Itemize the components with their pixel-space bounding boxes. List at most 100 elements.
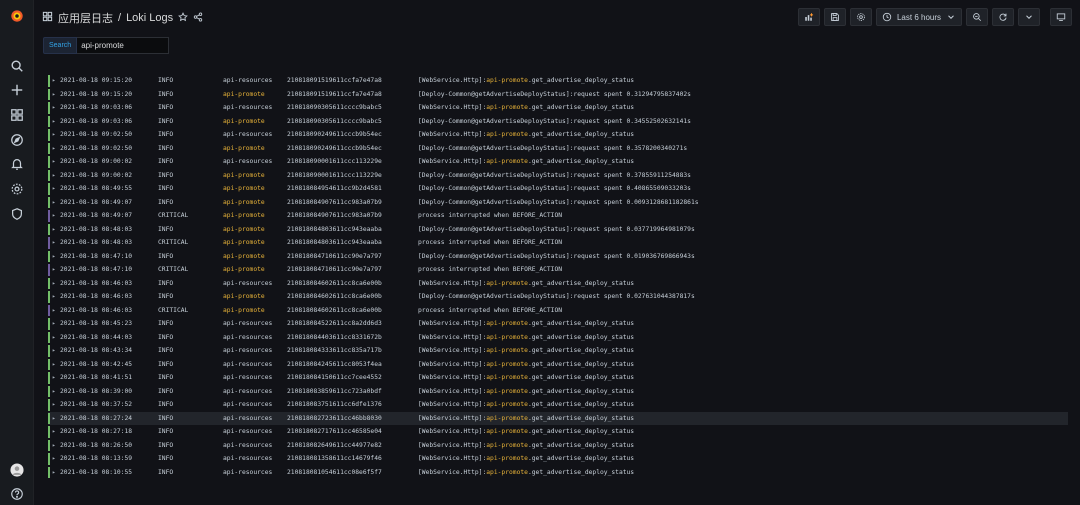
search-input[interactable]	[77, 37, 170, 54]
log-message: [WebService.Http]:api-promote.get_advert…	[418, 455, 634, 462]
chevron-right-icon[interactable]: ▸	[52, 158, 56, 165]
chevron-right-icon[interactable]: ▸	[52, 131, 56, 138]
side-menu	[0, 0, 34, 505]
log-row[interactable]: ▸ 2021-08-18 09:03:06 INFO api-resources 210…	[48, 101, 1068, 115]
chevron-right-icon[interactable]: ▸	[52, 374, 56, 381]
breadcrumb-folder[interactable]: 应用层日志	[58, 10, 113, 26]
log-row[interactable]: ▸ 2021-08-18 08:43:34 INFO api-resources 210…	[48, 344, 1068, 358]
log-row[interactable]: ▸ 2021-08-18 08:48:03 INFO api-promote 21081…	[48, 223, 1068, 237]
log-app: api-resources	[223, 279, 273, 287]
log-request-id: 210818083751611cc6dfe1376	[287, 401, 382, 409]
chevron-right-icon[interactable]: ▸	[52, 307, 56, 314]
log-row[interactable]: ▸ 2021-08-18 08:13:59 INFO api-resources 210…	[48, 452, 1068, 466]
chevron-right-icon[interactable]: ▸	[52, 293, 56, 300]
chevron-right-icon[interactable]: ▸	[52, 361, 56, 368]
save-dashboard-button[interactable]	[824, 8, 846, 26]
log-row[interactable]: ▸ 2021-08-18 08:45:23 INFO api-resources 210…	[48, 317, 1068, 331]
log-row[interactable]: ▸ 2021-08-18 09:15:20 INFO api-promote 21081…	[48, 88, 1068, 102]
log-row[interactable]: ▸ 2021-08-18 08:46:03 CRITICAL api-promote 2…	[48, 304, 1068, 318]
bell-alerting-icon[interactable]	[9, 156, 25, 172]
chevron-right-icon[interactable]: ▸	[52, 104, 56, 111]
chevron-right-icon[interactable]: ▸	[52, 415, 56, 422]
chevron-right-icon[interactable]: ▸	[52, 185, 56, 192]
log-message: [Deploy-Common@getAdvertiseDeployStatus]…	[418, 118, 691, 125]
chevron-right-icon[interactable]: ▸	[52, 226, 56, 233]
log-row[interactable]: ▸ 2021-08-18 08:49:07 CRITICAL api-promote 2…	[48, 209, 1068, 223]
chevron-right-icon[interactable]: ▸	[52, 442, 56, 449]
log-level-bar	[48, 237, 50, 249]
log-row[interactable]: ▸ 2021-08-18 08:42:45 INFO api-resources 210…	[48, 358, 1068, 372]
avatar[interactable]	[9, 462, 25, 478]
help-icon[interactable]	[9, 486, 25, 502]
chevron-right-icon[interactable]: ▸	[52, 77, 56, 84]
refresh-button[interactable]	[992, 8, 1014, 26]
breadcrumb-separator: /	[118, 12, 122, 24]
log-row[interactable]: ▸ 2021-08-18 08:44:03 INFO api-resources 210…	[48, 331, 1068, 345]
dashboard-settings-button[interactable]	[850, 8, 872, 26]
log-row[interactable]: ▸ 2021-08-18 09:03:06 INFO api-promote 21081…	[48, 115, 1068, 129]
chevron-right-icon[interactable]: ▸	[52, 212, 56, 219]
chevron-right-icon[interactable]: ▸	[52, 347, 56, 354]
log-message-highlight: api-promote	[486, 333, 528, 341]
chevron-right-icon[interactable]: ▸	[52, 91, 56, 98]
chevron-right-icon[interactable]: ▸	[52, 280, 56, 287]
log-message-text: process interrupted when BEFORE_ACTION	[418, 266, 563, 274]
log-row[interactable]: ▸ 2021-08-18 08:10:55 INFO api-resources 210…	[48, 466, 1068, 480]
star-icon[interactable]	[178, 11, 189, 25]
chevron-right-icon[interactable]: ▸	[52, 266, 56, 273]
time-range-picker[interactable]: Last 6 hours	[876, 8, 962, 26]
log-row[interactable]: ▸ 2021-08-18 08:47:10 CRITICAL api-promote 2…	[48, 263, 1068, 277]
chevron-right-icon[interactable]: ▸	[52, 401, 56, 408]
zoom-out-button[interactable]	[966, 8, 988, 26]
chevron-right-icon[interactable]: ▸	[52, 320, 56, 327]
refresh-interval-dropdown[interactable]	[1018, 8, 1040, 26]
plus-icon[interactable]	[9, 82, 25, 98]
log-level-bar	[48, 399, 50, 411]
log-row[interactable]: ▸ 2021-08-18 09:02:50 INFO api-resources 210…	[48, 128, 1068, 142]
grafana-logo-icon[interactable]	[9, 8, 25, 24]
log-level: INFO	[158, 360, 174, 368]
log-row[interactable]: ▸ 2021-08-18 08:46:03 INFO api-promote 21081…	[48, 290, 1068, 304]
log-timestamp: 2021-08-18 09:15:20	[60, 77, 133, 85]
log-row[interactable]: ▸ 2021-08-18 08:48:03 CRITICAL api-promote 2…	[48, 236, 1068, 250]
log-row[interactable]: ▸ 2021-08-18 08:49:07 INFO api-promote 21081…	[48, 196, 1068, 210]
log-message-text: [WebService.Http]:	[418, 401, 487, 409]
gear-icon[interactable]	[9, 181, 25, 197]
dashboard-title[interactable]: Loki Logs	[126, 12, 173, 24]
tv-mode-button[interactable]	[1050, 8, 1072, 26]
compass-explore-icon[interactable]	[9, 132, 25, 148]
log-row[interactable]: ▸ 2021-08-18 09:02:50 INFO api-promote 21081…	[48, 142, 1068, 156]
chevron-right-icon[interactable]: ▸	[52, 145, 56, 152]
search-icon[interactable]	[9, 58, 25, 74]
dashboards-icon[interactable]	[9, 107, 25, 123]
log-row[interactable]: ▸ 2021-08-18 08:27:24 INFO api-resources 210…	[48, 411, 1068, 425]
log-row[interactable]: ▸ 2021-08-18 09:15:20 INFO api-resources 210…	[48, 74, 1068, 88]
chevron-right-icon[interactable]: ▸	[52, 172, 56, 179]
refresh-icon	[999, 13, 1007, 21]
chevron-right-icon[interactable]: ▸	[52, 455, 56, 462]
chevron-right-icon[interactable]: ▸	[52, 469, 56, 476]
log-row[interactable]: ▸ 2021-08-18 08:37:52 INFO api-resources 210…	[48, 398, 1068, 412]
chevron-right-icon[interactable]: ▸	[52, 334, 56, 341]
shield-icon[interactable]	[9, 206, 25, 222]
log-level: INFO	[158, 333, 174, 341]
log-row[interactable]: ▸ 2021-08-18 08:39:00 INFO api-resources 210…	[48, 385, 1068, 399]
log-row[interactable]: ▸ 2021-08-18 09:00:02 INFO api-resources 210…	[48, 155, 1068, 169]
chevron-right-icon[interactable]: ▸	[52, 388, 56, 395]
chevron-right-icon[interactable]: ▸	[52, 428, 56, 435]
log-row[interactable]: ▸ 2021-08-18 09:00:02 INFO api-promote 21081…	[48, 169, 1068, 183]
chevron-right-icon[interactable]: ▸	[52, 118, 56, 125]
log-timestamp: 2021-08-18 08:48:03	[60, 239, 133, 247]
log-row[interactable]: ▸ 2021-08-18 08:26:50 INFO api-resources 210…	[48, 439, 1068, 453]
log-message: [WebService.Http]:api-promote.get_advert…	[418, 361, 634, 368]
log-row[interactable]: ▸ 2021-08-18 08:49:55 INFO api-promote 21081…	[48, 182, 1068, 196]
share-icon[interactable]	[193, 12, 203, 25]
log-row[interactable]: ▸ 2021-08-18 08:27:18 INFO api-resources 210…	[48, 425, 1068, 439]
log-row[interactable]: ▸ 2021-08-18 08:46:03 INFO api-resources 210…	[48, 277, 1068, 291]
log-row[interactable]: ▸ 2021-08-18 08:47:10 INFO api-promote 21081…	[48, 250, 1068, 264]
chevron-right-icon[interactable]: ▸	[52, 239, 56, 246]
add-panel-button[interactable]	[798, 8, 820, 26]
chevron-right-icon[interactable]: ▸	[52, 199, 56, 206]
log-row[interactable]: ▸ 2021-08-18 08:41:51 INFO api-resources 210…	[48, 371, 1068, 385]
chevron-right-icon[interactable]: ▸	[52, 253, 56, 260]
